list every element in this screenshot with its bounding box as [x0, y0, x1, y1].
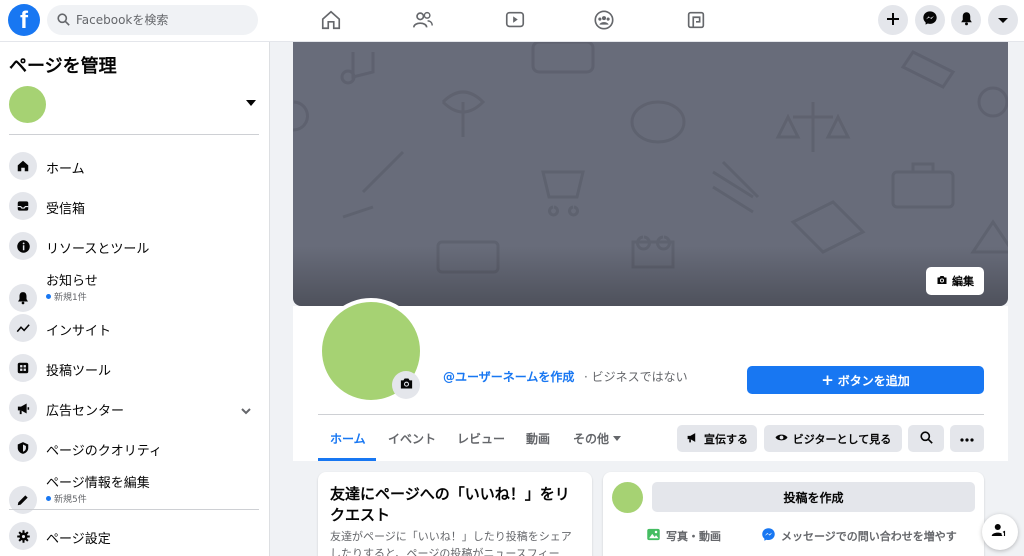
add-button-label: ボタンを追加	[837, 373, 910, 388]
add-button-button[interactable]: + ボタンを追加	[747, 366, 984, 394]
watch-icon[interactable]	[503, 8, 527, 32]
home-icon	[9, 152, 37, 180]
sidebar-divider	[9, 134, 259, 135]
invite-card-body: 友達がページに「いいね！」したり投稿をシェアしたりすると、ページの投稿がニュース…	[330, 530, 572, 556]
promote-label: 宣伝する	[704, 432, 748, 446]
page-avatar[interactable]	[9, 86, 46, 123]
view-as-visitor-label: ビジターとして見る	[792, 432, 892, 446]
photo-video-label: 写真・動画	[666, 530, 721, 543]
sidebar-item-label: ページ情報を編集	[46, 476, 150, 491]
insights-icon	[9, 314, 37, 342]
sidebar-item-publishing-tools[interactable]: 投稿ツール	[0, 352, 270, 388]
more-dots-icon	[960, 432, 974, 445]
sidebar-item-ad-center[interactable]: 広告センター	[0, 392, 270, 428]
photo-icon	[646, 527, 661, 545]
sidebar-item-page-quality[interactable]: ページのクオリティ	[0, 432, 270, 468]
edit-cover-button[interactable]: 編集	[926, 267, 984, 295]
bell-icon	[9, 284, 37, 312]
megaphone-icon	[686, 431, 699, 447]
new-message-button[interactable]	[982, 514, 1018, 550]
page-switcher-caret-icon[interactable]	[246, 100, 256, 106]
sidebar-item-resources[interactable]: リソースとツール	[0, 230, 270, 266]
shield-icon	[9, 434, 37, 462]
sidebar-item-label: ページのクオリティ	[46, 444, 162, 459]
sidebar-item-insights[interactable]: インサイト	[0, 312, 270, 348]
search-page-button[interactable]	[908, 425, 944, 452]
tab-events[interactable]: イベント	[388, 430, 436, 447]
facebook-logo[interactable]: f	[8, 4, 40, 36]
inbox-icon	[9, 192, 37, 220]
cover-gradient	[293, 246, 1008, 306]
account-menu-button[interactable]	[988, 5, 1018, 35]
tab-more[interactable]: その他	[573, 430, 622, 447]
plus-icon	[886, 11, 900, 30]
top-bar: f	[0, 0, 1024, 42]
messenger-icon	[922, 10, 938, 30]
sidebar-title: ページを管理	[9, 56, 117, 77]
groups-icon[interactable]	[592, 8, 616, 32]
megaphone-icon	[9, 394, 37, 422]
plus-icon: +	[821, 371, 834, 389]
sidebar-item-label: ページ設定	[46, 532, 111, 547]
friends-icon[interactable]	[411, 8, 435, 32]
gear-icon	[9, 522, 37, 550]
messenger-inquiries-label: メッセージでの問い合わせを増やす	[781, 530, 957, 543]
gaming-icon[interactable]	[684, 8, 708, 32]
sidebar-item-label: 広告センター	[46, 404, 125, 419]
chevron-down-icon	[997, 11, 1009, 30]
info-icon	[9, 232, 37, 260]
sidebar-item-label: インサイト	[46, 324, 112, 339]
sidebar-item-label: お知らせ	[46, 274, 98, 289]
update-profile-picture-button[interactable]	[392, 371, 420, 399]
sidebar-item-label: 投稿ツール	[46, 364, 112, 379]
messenger-inquiries-button[interactable]: メッセージでの問い合わせを増やす	[761, 527, 957, 545]
camera-icon	[936, 274, 948, 289]
bell-icon	[959, 11, 974, 30]
sidebar-item-label: リソースとツール	[46, 242, 150, 257]
edit-cover-label: 編集	[952, 275, 974, 288]
create-username-link[interactable]: @ユーザーネームを作成	[443, 368, 574, 385]
search-input[interactable]	[76, 13, 246, 27]
sidebar-item-label: 受信箱	[46, 202, 86, 217]
contacts-icon	[991, 521, 1009, 543]
chevron-down-icon	[613, 436, 622, 441]
search-box[interactable]	[47, 5, 258, 35]
eye-icon	[775, 431, 788, 447]
sidebar-item-edit-page-info[interactable]: ページ情報を編集 新規5件	[0, 472, 270, 514]
business-status-text: · ビジネスではない	[584, 370, 688, 384]
messenger-button[interactable]	[915, 5, 945, 35]
create-button[interactable]	[878, 5, 908, 35]
tab-divider	[318, 414, 984, 415]
sidebar-item-page-settings[interactable]: ページ設定	[0, 520, 270, 556]
search-icon	[57, 11, 70, 30]
sidebar-divider	[9, 509, 259, 510]
sidebar-item-label: ホーム	[46, 162, 85, 177]
create-post-button[interactable]: 投稿を作成	[652, 482, 975, 512]
notifications-button[interactable]	[951, 5, 981, 35]
messenger-icon	[761, 527, 776, 545]
view-as-visitor-button[interactable]: ビジターとして見る	[764, 425, 902, 452]
home-icon[interactable]	[319, 8, 343, 32]
tab-reviews[interactable]: レビュー	[457, 430, 505, 447]
invite-friends-card: 友達にページへの「いいね！」をリクエスト 友達がページに「いいね！」したり投稿を…	[318, 472, 592, 556]
new-count-badge: 新規5件	[46, 492, 87, 505]
sidebar-item-home[interactable]: ホーム	[0, 150, 270, 186]
composer-avatar	[612, 482, 643, 513]
camera-icon	[399, 376, 414, 395]
tab-home[interactable]: ホーム	[330, 430, 366, 447]
cover-photo	[293, 42, 1008, 306]
more-options-button[interactable]	[950, 425, 984, 452]
invite-card-title: 友達にページへの「いいね！」をリクエスト	[330, 485, 570, 524]
active-tab-indicator	[318, 458, 376, 461]
chevron-down-icon[interactable]	[240, 402, 252, 421]
promote-button[interactable]: 宣伝する	[677, 425, 757, 452]
publishing-tools-icon	[9, 354, 37, 382]
sidebar: ページを管理 ホーム 受信箱 リソースとツール お知らせ 新規1件 インサイト	[0, 42, 270, 556]
search-icon	[919, 430, 933, 447]
tab-videos[interactable]: 動画	[526, 430, 550, 447]
new-count-badge: 新規1件	[46, 290, 87, 303]
photo-video-button[interactable]: 写真・動画	[646, 527, 721, 545]
sidebar-item-notifications[interactable]: お知らせ 新規1件	[0, 270, 270, 312]
sidebar-item-inbox[interactable]: 受信箱	[0, 190, 270, 226]
